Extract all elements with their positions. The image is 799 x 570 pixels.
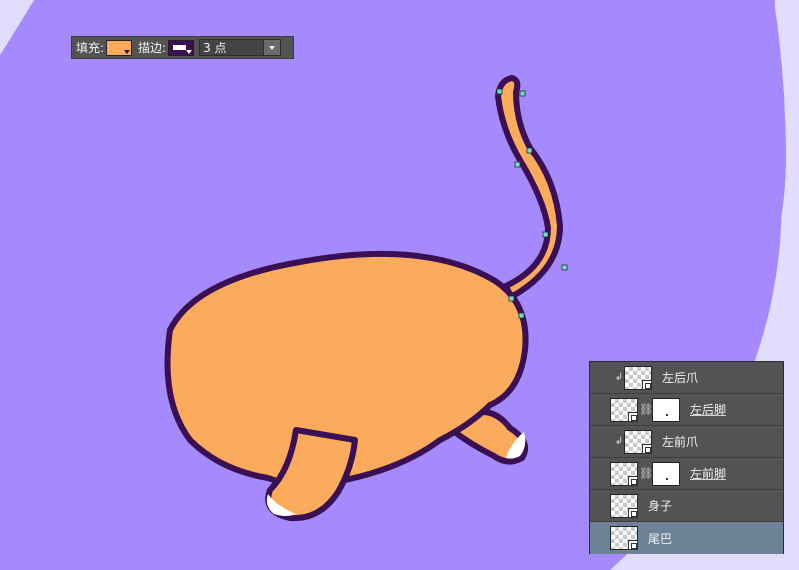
layer-thumbnail[interactable] [610,526,638,550]
link-chain-icon[interactable]: ⛓ [639,403,653,416]
layer-name[interactable]: 尾巴 [648,530,672,547]
stroke-color-swatch[interactable] [168,39,195,56]
stroke-preview [172,43,188,51]
layer-name[interactable]: 左后爪 [662,369,698,386]
layer-row[interactable]: ⛓ 左后脚 [590,394,783,426]
chevron-down-icon [186,49,193,54]
layer-mask-thumbnail[interactable] [652,461,680,486]
layer-name[interactable]: 左前脚 [690,465,726,482]
layer-thumbnail[interactable] [610,397,638,422]
shape-options-bar: 填充: 描边: 3 点 [71,36,294,59]
stroke-width-dropdown-button[interactable] [263,40,281,55]
layer-thumbnail[interactable] [610,493,638,518]
layers-panel: ↲ 左后爪 ⛓ 左后脚 ↲ 左前爪 ⛓ 左前脚 身子 尾巴 [589,361,784,554]
chevron-down-icon [269,45,276,50]
layer-thumbnail[interactable] [624,429,652,454]
chevron-down-icon [124,49,131,54]
layer-row[interactable]: ↲ 左后爪 [590,362,783,394]
layer-mask-thumbnail[interactable] [652,397,680,422]
shape-layer-icon [628,540,638,550]
shape-layer-icon [628,411,638,422]
link-chain-icon[interactable]: ⛓ [639,467,653,480]
fill-label: 填充: [76,41,105,55]
clipping-arrow-icon: ↲ [614,372,624,383]
layer-row[interactable]: ↲ 左前爪 [590,426,783,458]
clipping-arrow-icon: ↲ [614,436,624,447]
shape-layer-icon [628,507,638,518]
layer-name[interactable]: 左后脚 [690,401,726,418]
stroke-width-field[interactable]: 3 点 [199,39,282,56]
layer-thumbnail[interactable] [624,365,652,390]
fill-color-swatch[interactable] [106,39,133,56]
layer-thumbnail[interactable] [610,461,638,486]
layer-row-selected[interactable]: 尾巴 [590,522,783,554]
shape-layer-icon [642,379,652,390]
layer-name[interactable]: 左前爪 [662,433,698,450]
layer-row[interactable]: ⛓ 左前脚 [590,458,783,490]
layer-row[interactable]: 身子 [590,490,783,522]
stroke-width-value[interactable]: 3 点 [200,39,263,56]
shape-layer-icon [628,475,638,486]
layer-name[interactable]: 身子 [648,497,672,514]
stroke-label: 描边: [138,41,167,55]
shape-layer-icon [642,443,652,454]
